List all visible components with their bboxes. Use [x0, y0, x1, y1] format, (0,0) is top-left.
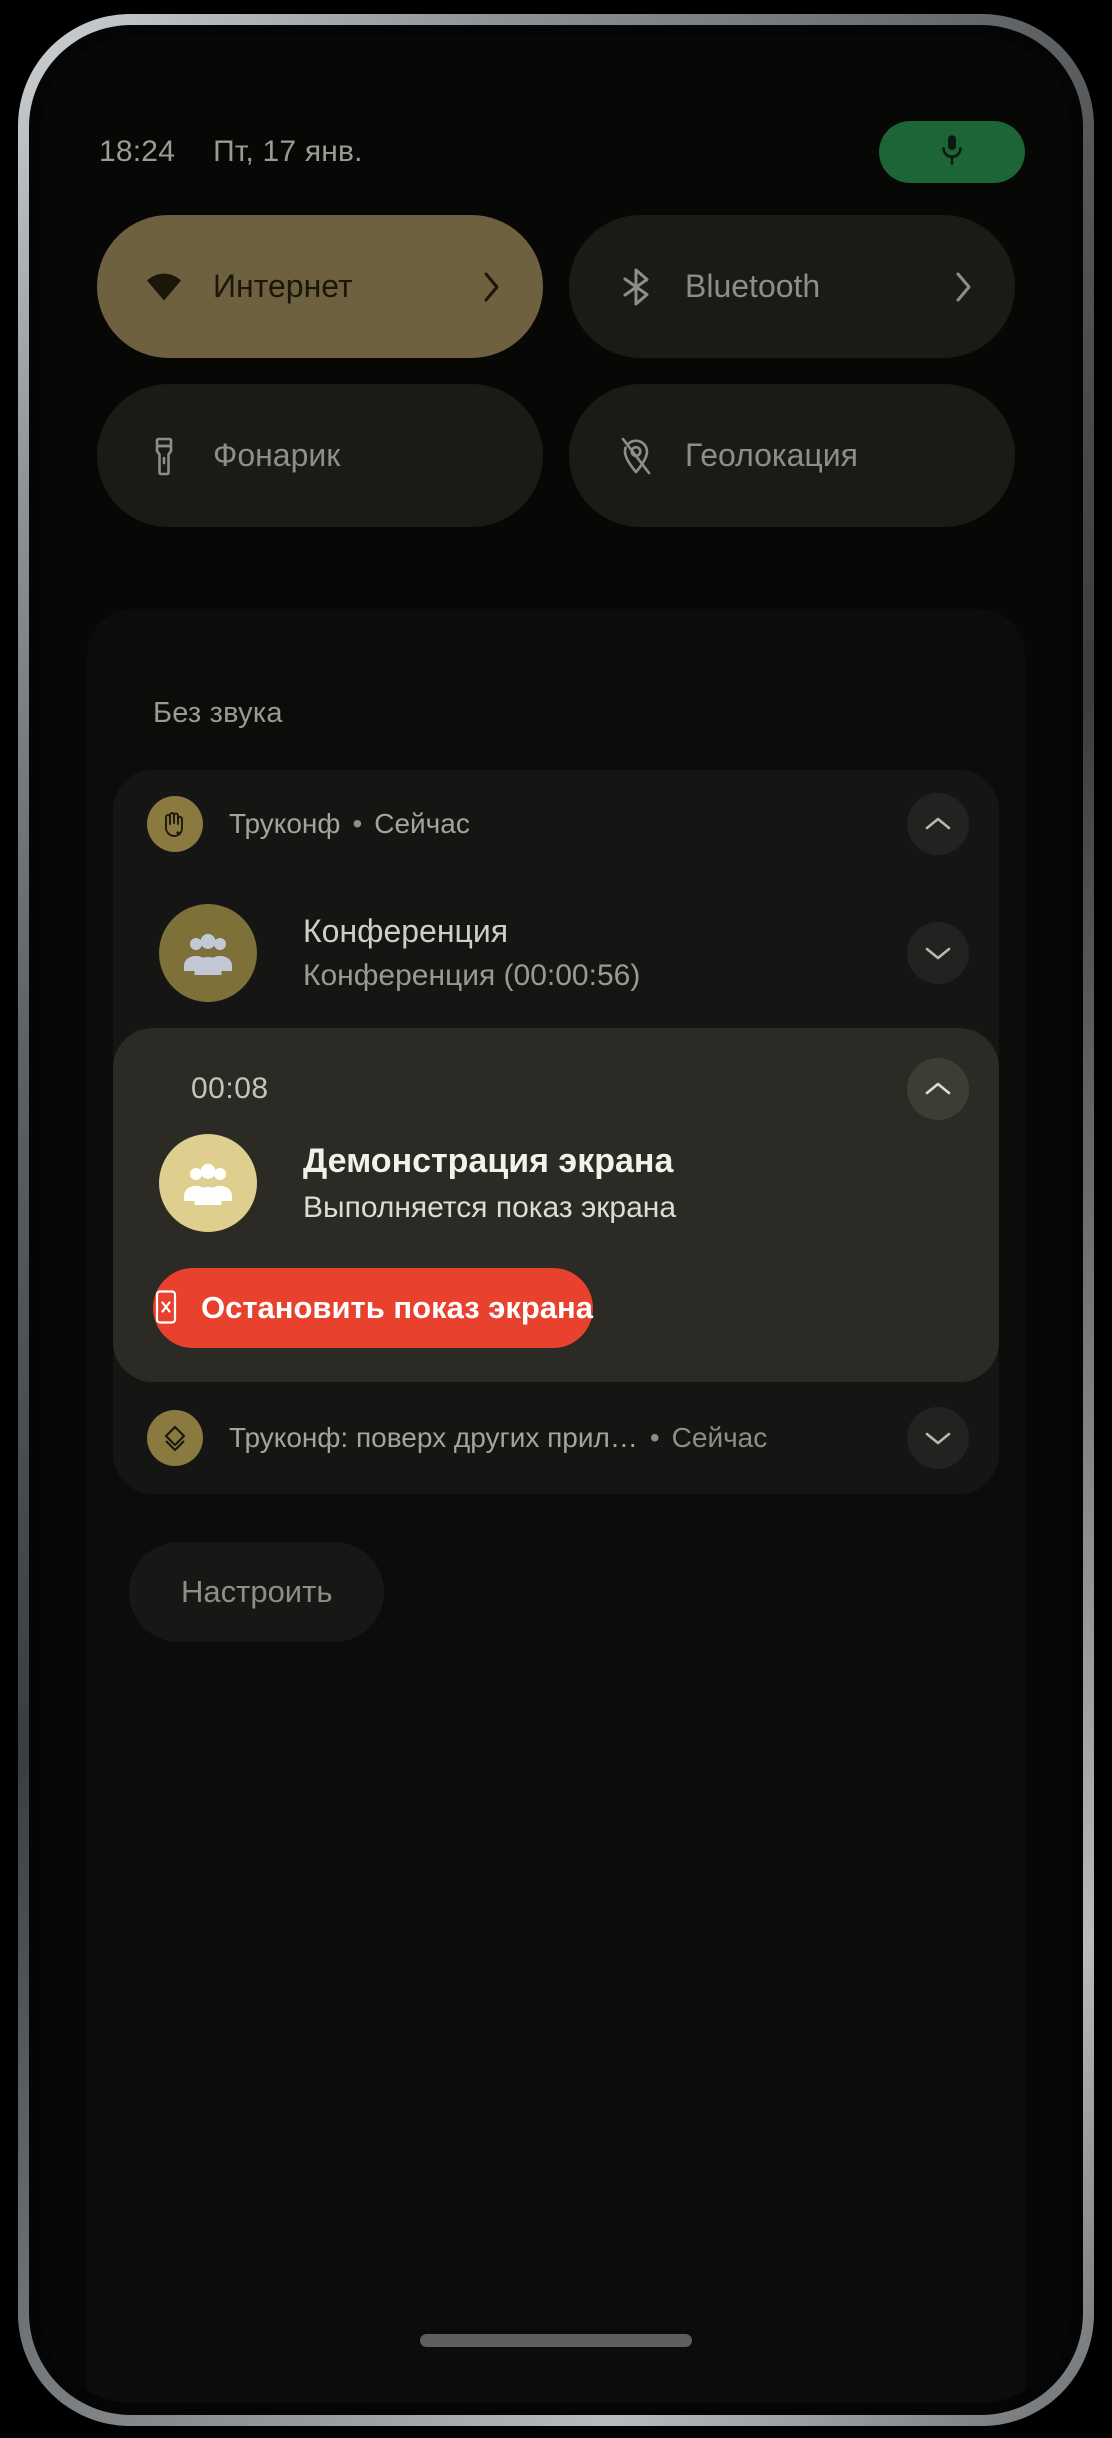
chevron-right-icon[interactable] — [481, 269, 503, 305]
phone-stop-icon — [153, 1289, 179, 1328]
phone-screen: 18:24 Пт, 17 янв. Интернет Bluetooth Фон… — [41, 37, 1071, 2403]
collapse-screenshare-button[interactable] — [907, 1058, 969, 1120]
stop-screenshare-button[interactable]: Остановить показ экрана — [153, 1268, 593, 1348]
qs-tile-internet[interactable]: Интернет — [97, 215, 543, 358]
notification-screenshare[interactable]: 00:08 Демонстрация экрана Выполняется по… — [113, 1028, 999, 1382]
diamond-icon — [147, 1410, 203, 1466]
section-title-silent: Без звука — [153, 697, 283, 729]
group-separator: • — [352, 808, 363, 839]
status-time: 18:24 — [99, 135, 176, 168]
notification-overlay[interactable]: Труконф: поверх других прил… • Сейчас — [113, 1382, 999, 1494]
qs-label-internet: Интернет — [213, 268, 353, 304]
notification-group-header[interactable]: Труконф • Сейчас — [113, 770, 999, 878]
phone-frame: 18:24 Пт, 17 янв. Интернет Bluetooth Фон… — [18, 14, 1094, 2426]
notification-shade: Без звука Труконф • Сейчас Конференция К… — [87, 609, 1025, 2403]
qs-tile-flashlight[interactable]: Фонарик — [97, 384, 543, 527]
group-people-icon — [159, 1134, 257, 1232]
group-app-name: Труконф — [229, 808, 341, 839]
overlay-notification-text: Труконф: поверх других прил… • Сейчас — [229, 1422, 907, 1454]
configure-label: Настроить — [181, 1574, 333, 1609]
screenshare-timer: 00:08 — [191, 1072, 269, 1105]
notification-conference[interactable]: Конференция Конференция (00:00:56) — [113, 878, 999, 1028]
quick-settings-grid: Интернет Bluetooth Фонарик Геолокация — [97, 215, 1015, 527]
screenshare-subtitle: Выполняется показ экрана — [303, 1190, 677, 1224]
phone-bezel: 18:24 Пт, 17 янв. Интернет Bluetooth Фон… — [29, 25, 1083, 2415]
flashlight-icon — [143, 435, 185, 477]
overlay-time: Сейчас — [671, 1422, 768, 1453]
bluetooth-icon — [615, 266, 657, 308]
truconf-app-icon — [147, 796, 203, 852]
screenshare-title: Демонстрация экрана — [303, 1141, 674, 1180]
qs-label-location: Геолокация — [685, 437, 858, 473]
microphone-status-pill[interactable] — [879, 121, 1025, 183]
qs-label-bluetooth: Bluetooth — [685, 268, 821, 304]
overlay-app-name: Труконф: поверх других прил… — [229, 1422, 638, 1453]
group-time: Сейчас — [374, 808, 470, 839]
notification-group-app-label: Труконф • Сейчас — [229, 808, 907, 840]
qs-tile-location[interactable]: Геолокация — [569, 384, 1015, 527]
collapse-group-button[interactable] — [907, 793, 969, 855]
notification-group: Труконф • Сейчас Конференция Конференция… — [113, 770, 999, 1494]
qs-tile-bluetooth[interactable]: Bluetooth — [569, 215, 1015, 358]
conference-subtitle: Конференция (00:00:56) — [303, 959, 641, 992]
location-off-icon — [615, 435, 657, 477]
conference-title: Конференция — [303, 913, 509, 949]
overlay-separator: • — [649, 1422, 660, 1453]
configure-notifications-button[interactable]: Настроить — [129, 1542, 385, 1642]
expand-overlay-button[interactable] — [907, 1407, 969, 1469]
chevron-right-icon[interactable] — [953, 269, 975, 305]
group-people-icon — [159, 904, 257, 1002]
qs-label-flashlight: Фонарик — [213, 437, 341, 473]
wifi-icon — [143, 266, 185, 308]
expand-conference-button[interactable] — [907, 922, 969, 984]
status-bar: 18:24 Пт, 17 янв. — [41, 117, 1071, 187]
home-indicator[interactable] — [420, 2334, 692, 2347]
stop-screenshare-label: Остановить показ экрана — [201, 1290, 593, 1325]
status-date: Пт, 17 янв. — [213, 135, 363, 168]
microphone-icon — [938, 133, 966, 172]
